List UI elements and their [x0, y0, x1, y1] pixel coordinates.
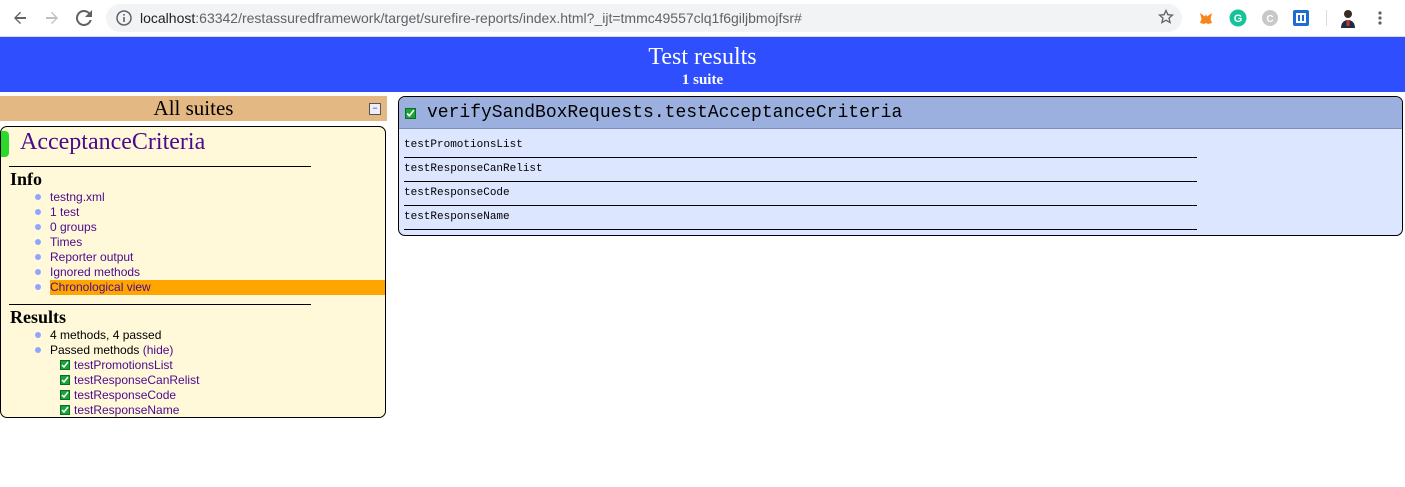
bullet-icon: [35, 209, 41, 215]
bullet-icon: [35, 224, 41, 230]
suite-name-link[interactable]: AcceptanceCriteria: [20, 129, 205, 156]
browser-toolbar: localhost:63342/restassuredframework/tar…: [0, 0, 1405, 37]
grammarly-icon[interactable]: G: [1228, 8, 1248, 28]
info-item-groups: 0 groups: [1, 220, 385, 235]
passed-method-link[interactable]: testResponseCanRelist: [74, 373, 199, 387]
extension-c-icon[interactable]: C: [1260, 8, 1280, 28]
more-menu-icon[interactable]: [1370, 8, 1390, 28]
passed-method-link[interactable]: testResponseCode: [74, 388, 176, 402]
test-class-title: verifySandBoxRequests.testAcceptanceCrit…: [427, 103, 903, 123]
instapaper-icon[interactable]: [1291, 8, 1311, 28]
svg-text:C: C: [1266, 14, 1273, 25]
results-list: 4 methods, 4 passed Passed methods (hide…: [1, 328, 385, 358]
results-banner: Test results 1 suite: [0, 37, 1405, 92]
info-item-testng-xml: testng.xml: [1, 190, 385, 205]
divider: [9, 166, 311, 167]
info-list: testng.xml 1 test 0 groups Times Reporte…: [1, 190, 385, 295]
pass-check-icon: [60, 405, 70, 415]
url-host: localhost: [140, 10, 196, 26]
results-summary: 4 methods, 4 passed: [1, 328, 385, 343]
testng-xml-link[interactable]: testng.xml: [50, 190, 105, 204]
info-icon[interactable]: [116, 10, 132, 31]
groups-link[interactable]: 0 groups: [50, 220, 97, 234]
tests-link[interactable]: 1 test: [50, 205, 79, 219]
info-item-chronological-view: Chronological view: [1, 280, 385, 295]
passed-methods-list: testPromotionsList testResponseCanRelist…: [1, 358, 385, 417]
method-row: testResponseCanRelist: [404, 158, 1197, 182]
pass-check-icon: [405, 108, 416, 119]
info-item-reporter-output: Reporter output: [1, 250, 385, 265]
collapse-icon[interactable]: −: [369, 103, 381, 115]
suite-panel: AcceptanceCriteria Info testng.xml 1 tes…: [0, 126, 386, 418]
bullet-icon: [35, 269, 41, 275]
method-row: testPromotionsList: [404, 134, 1197, 158]
results-heading: Results: [10, 307, 67, 327]
divider: [9, 304, 311, 305]
info-heading: Info: [10, 169, 43, 189]
method-row: testResponseName: [404, 206, 1197, 230]
method-row: testResponseCode: [404, 182, 1197, 206]
bullet-icon: [35, 284, 41, 290]
hide-link[interactable]: (hide): [143, 343, 174, 357]
toolbar-divider: [1326, 10, 1327, 26]
info-item-ignored-methods: Ignored methods: [1, 265, 385, 280]
banner-subtitle: 1 suite: [681, 72, 724, 88]
all-suites-header: All suites −: [0, 96, 387, 121]
suite-status-marker: [1, 131, 9, 157]
banner-title: Test results: [648, 44, 757, 70]
bullet-icon: [35, 239, 41, 245]
passed-method-link[interactable]: testPromotionsList: [74, 358, 173, 372]
bullet-icon: [35, 194, 41, 200]
passed-methods-item: Passed methods (hide): [1, 343, 385, 358]
star-icon[interactable]: [1157, 8, 1175, 30]
test-class-panel: verifySandBoxRequests.testAcceptanceCrit…: [398, 96, 1403, 236]
passed-method-item[interactable]: testResponseCode: [1, 388, 385, 403]
passed-method-item[interactable]: testResponseCanRelist: [1, 373, 385, 388]
svg-text:G: G: [1234, 13, 1243, 25]
passed-method-item[interactable]: testResponseName: [1, 403, 385, 417]
bullet-icon: [35, 254, 41, 260]
forward-arrow-icon[interactable]: [40, 6, 64, 30]
info-item-times: Times: [1, 235, 385, 250]
passed-methods-label: Passed methods: [50, 343, 140, 357]
all-suites-label: All suites: [153, 96, 234, 120]
panel-header: verifySandBoxRequests.testAcceptanceCrit…: [399, 97, 1402, 129]
info-item-tests: 1 test: [1, 205, 385, 220]
profile-avatar[interactable]: [1338, 8, 1358, 28]
back-arrow-icon[interactable]: [8, 6, 32, 30]
pass-check-icon: [60, 375, 70, 385]
reload-icon[interactable]: [72, 6, 96, 30]
bullet-icon: [35, 347, 41, 353]
summary-text: 4 methods, 4 passed: [50, 328, 162, 342]
passed-method-item[interactable]: testPromotionsList: [1, 358, 385, 373]
pass-check-icon: [60, 390, 70, 400]
bullet-icon: [35, 332, 41, 338]
pass-check-icon: [60, 360, 70, 370]
reporter-output-link[interactable]: Reporter output: [50, 250, 133, 264]
ignored-methods-link[interactable]: Ignored methods: [50, 265, 140, 279]
address-bar[interactable]: localhost:63342/restassuredframework/tar…: [106, 4, 1182, 32]
times-link[interactable]: Times: [50, 235, 82, 249]
passed-method-link[interactable]: testResponseName: [74, 403, 179, 417]
url-text[interactable]: localhost:63342/restassuredframework/tar…: [140, 10, 802, 26]
metamask-icon[interactable]: [1196, 8, 1216, 28]
chronological-view-link[interactable]: Chronological view: [50, 280, 385, 295]
url-path: :63342/restassuredframework/target/suref…: [195, 10, 802, 26]
